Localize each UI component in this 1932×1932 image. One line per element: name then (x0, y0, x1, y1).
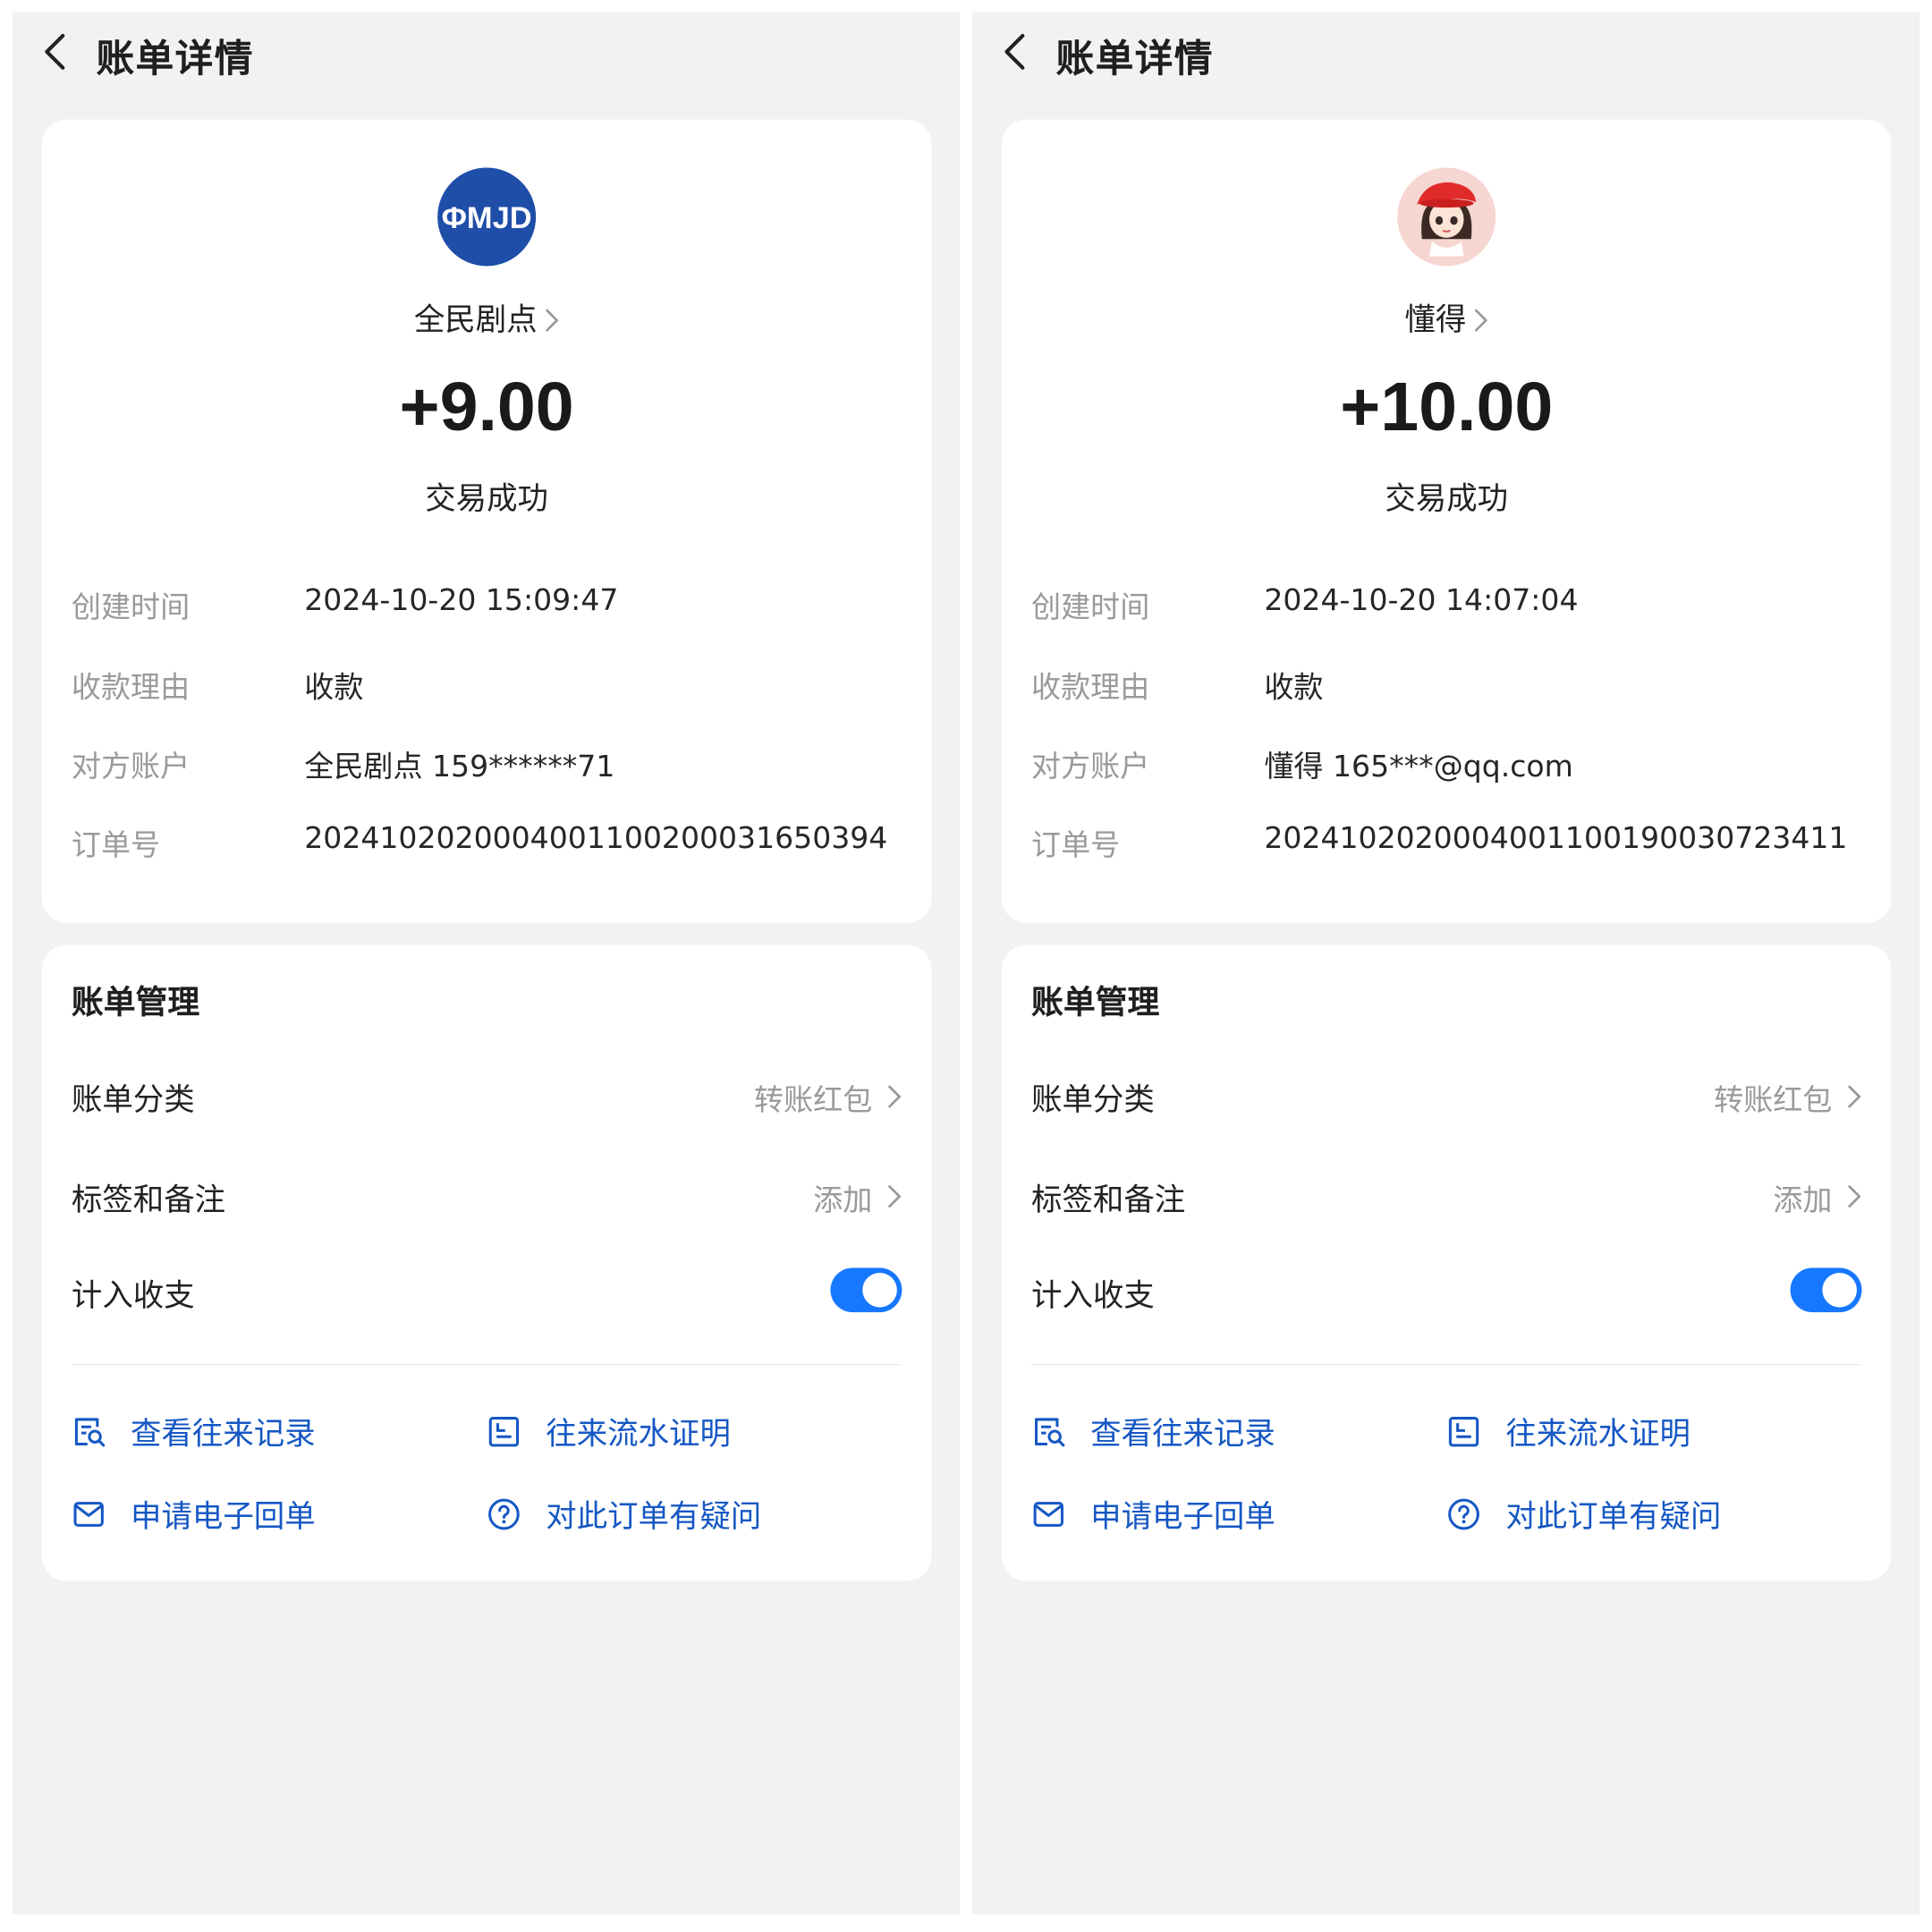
row-label: 计入收支 (71, 1277, 195, 1314)
bill-detail-screen-1: 账单详情 ΦMJD 全民剧点 +9.00 交易成功 创建时间 2024-10-2… (12, 12, 961, 1915)
nav-bar: 账单详情 (13, 13, 960, 91)
detail-label: 收款理由 (1031, 670, 1150, 705)
link-label: 对此订单有疑问 (1505, 1498, 1722, 1535)
bill-management-card: 账单管理 账单分类 转账红包 标签和备注 添加 计入收支 查看往来记录 往来流水… (1001, 945, 1892, 1581)
transaction-card: ΦMJD 全民剧点 +9.00 交易成功 创建时间 2024-10-20 15:… (41, 119, 932, 923)
link-label: 申请电子回单 (131, 1498, 316, 1535)
detail-row-order-number: 订单号 2024102020004001100200031650394 (72, 820, 907, 862)
chevron-right-icon (888, 1085, 901, 1108)
page-title: 账单详情 (96, 37, 254, 81)
detail-label: 订单号 (71, 827, 161, 863)
help-circle-icon (488, 1498, 520, 1530)
nav-bar: 账单详情 (972, 13, 1919, 91)
detail-value: 懂得 165***@qq.com (1264, 749, 1573, 784)
link-label: 往来流水证明 (1505, 1415, 1691, 1452)
payee-name: 全民剧点 (413, 301, 538, 338)
detail-row-reason: 收款理由 收款 (1031, 663, 1867, 705)
detail-label: 对方账户 (1031, 749, 1150, 784)
tags-notes-row[interactable]: 标签和备注 添加 (72, 1171, 902, 1220)
statement-icon (1448, 1417, 1479, 1447)
tags-notes-row[interactable]: 标签和备注 添加 (1031, 1171, 1861, 1220)
detail-label: 创建时间 (71, 589, 191, 625)
row-label: 账单分类 (1031, 1081, 1155, 1118)
mail-icon (1033, 1502, 1063, 1527)
row-label: 标签和备注 (1031, 1182, 1186, 1218)
detail-label: 创建时间 (1031, 589, 1150, 625)
transaction-status: 交易成功 (425, 480, 549, 517)
link-label: 查看往来记录 (1090, 1415, 1275, 1452)
chevron-left-icon[interactable] (39, 32, 69, 72)
amount: +10.00 (1340, 367, 1554, 445)
row-value: 添加 (1773, 1182, 1833, 1218)
section-title: 账单管理 (71, 984, 200, 1021)
statement-icon (488, 1417, 520, 1447)
row-value: 添加 (813, 1182, 873, 1218)
link-label: 查看往来记录 (131, 1415, 316, 1452)
detail-value: 2024102020004001100200031650394 (304, 820, 888, 856)
avatar-logo-text: ΦMJD (442, 201, 532, 235)
detail-value: 收款 (1264, 670, 1324, 705)
detail-value: 2024102020004001100190030723411 (1264, 820, 1848, 856)
toggle-knob (862, 1273, 897, 1308)
payee-name-link[interactable]: 全民剧点 (42, 296, 932, 341)
payee-name: 懂得 (1404, 301, 1467, 338)
include-in-stats-toggle[interactable] (1790, 1267, 1862, 1313)
detail-label: 订单号 (1031, 827, 1121, 863)
payee-name-link[interactable]: 懂得 (1002, 296, 1892, 341)
divider (1031, 1363, 1862, 1366)
chevron-left-icon[interactable] (999, 32, 1029, 72)
detail-label: 收款理由 (71, 670, 191, 705)
bill-management-card: 账单管理 账单分类 转账红包 标签和备注 添加 计入收支 查看往来记录 往来流水… (41, 945, 932, 1581)
detail-row-created-time: 创建时间 2024-10-20 15:09:47 (72, 583, 907, 625)
detail-label: 对方账户 (71, 749, 191, 784)
page-title: 账单详情 (1055, 37, 1214, 81)
link-label: 往来流水证明 (546, 1415, 731, 1452)
chevron-right-icon (1848, 1085, 1861, 1108)
avatar[interactable]: ΦMJD (437, 167, 537, 267)
bill-category-row[interactable]: 账单分类 转账红包 (1031, 1071, 1861, 1120)
divider (71, 1363, 902, 1366)
detail-value: 全民剧点 159******71 (304, 749, 615, 784)
row-value: 转账红包 (754, 1082, 873, 1118)
chevron-right-icon (1848, 1185, 1861, 1208)
toggle-knob (1822, 1273, 1857, 1308)
row-label: 账单分类 (71, 1081, 195, 1118)
include-in-stats-toggle[interactable] (830, 1267, 902, 1313)
include-in-stats-row: 计入收支 (72, 1267, 902, 1316)
girl-avatar-illustration (1397, 167, 1496, 267)
chevron-right-icon (888, 1185, 901, 1208)
bill-category-row[interactable]: 账单分类 转账红包 (72, 1071, 902, 1120)
detail-row-counterparty: 对方账户 懂得 165***@qq.com (1031, 741, 1867, 784)
detail-row-created-time: 创建时间 2024-10-20 14:07:04 (1031, 583, 1867, 625)
detail-row-counterparty: 对方账户 全民剧点 159******71 (72, 741, 907, 784)
row-label: 计入收支 (1031, 1277, 1155, 1314)
mail-icon (73, 1502, 104, 1527)
chevron-right-icon (546, 309, 559, 331)
include-in-stats-row: 计入收支 (1031, 1267, 1862, 1316)
detail-row-reason: 收款理由 收款 (72, 663, 907, 705)
bill-detail-screen-2: 账单详情 懂得 +10.00 交易成功 创建时间 2024-10-20 14:0… (971, 12, 1920, 1915)
detail-value: 2024-10-20 14:07:04 (1264, 582, 1579, 618)
record-search-icon (1035, 1418, 1065, 1447)
amount: +9.00 (399, 367, 574, 445)
detail-row-order-number: 订单号 2024102020004001100190030723411 (1031, 820, 1867, 862)
row-label: 标签和备注 (71, 1182, 226, 1218)
detail-value: 收款 (304, 670, 364, 705)
avatar[interactable] (1397, 167, 1496, 267)
link-label: 对此订单有疑问 (546, 1498, 762, 1535)
help-circle-icon (1448, 1498, 1479, 1530)
section-title: 账单管理 (1031, 984, 1160, 1021)
row-value: 转账红包 (1714, 1082, 1833, 1118)
detail-value: 2024-10-20 15:09:47 (304, 582, 619, 618)
record-search-icon (74, 1418, 106, 1447)
transaction-card: 懂得 +10.00 交易成功 创建时间 2024-10-20 14:07:04 … (1001, 119, 1892, 923)
transaction-status: 交易成功 (1385, 480, 1509, 517)
chevron-right-icon (1474, 309, 1487, 331)
link-label: 申请电子回单 (1090, 1498, 1275, 1535)
